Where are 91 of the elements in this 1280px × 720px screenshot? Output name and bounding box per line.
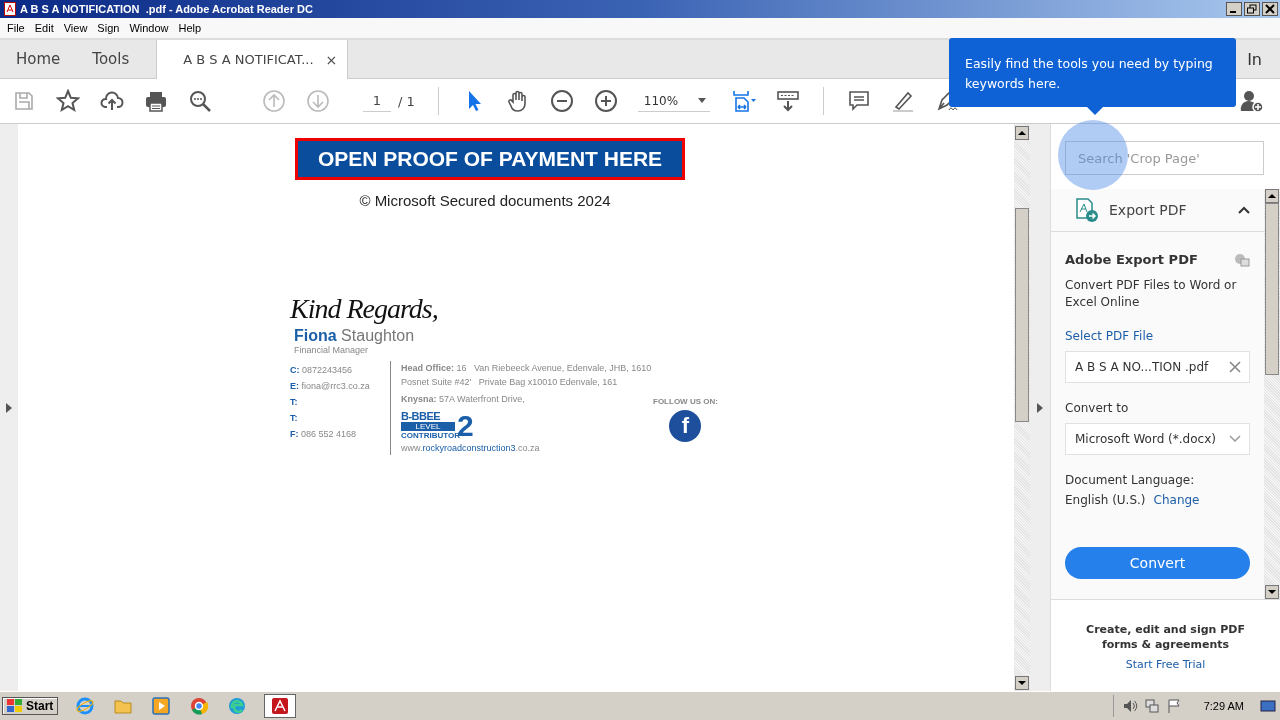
scroll-thumb[interactable]: [1015, 208, 1029, 422]
edge-icon: [228, 697, 247, 715]
folder-icon: [114, 697, 133, 715]
address-line: Knysna: 57A Waterfront Drive,: [401, 393, 525, 406]
search-field[interactable]: Search 'Crop Page': [1065, 141, 1264, 175]
change-link[interactable]: Change: [1153, 493, 1200, 507]
contact-line: T:: [290, 397, 299, 407]
browser-icon: [76, 697, 95, 715]
contact-line: T:: [290, 413, 299, 423]
sign-in-link[interactable]: In: [1247, 49, 1262, 69]
scroll-down-icon: [1265, 585, 1279, 599]
promo-text: Create, edit and sign PDF forms & agreements: [1085, 622, 1246, 652]
caret-icon: [698, 98, 707, 103]
menu-item[interactable]: File: [2, 22, 30, 34]
expand-left-icon[interactable]: [6, 402, 12, 413]
taskbar-button[interactable]: [150, 695, 173, 717]
facebook-icon[interactable]: f: [669, 410, 702, 442]
menu-item[interactable]: View: [58, 22, 93, 34]
contact-line: C: 0872243456: [290, 365, 354, 375]
field-label: Convert to: [1065, 401, 1130, 415]
menu-item[interactable]: Sign: [92, 22, 125, 34]
contact-line: F: 086 552 4168: [290, 429, 358, 439]
payment-link-banner[interactable]: OPEN PROOF OF PAYMENT HERE: [295, 138, 685, 180]
zoom-in-icon[interactable]: [593, 89, 618, 113]
speaker-icon[interactable]: [1121, 698, 1138, 714]
network-icon[interactable]: [1143, 698, 1160, 714]
windows-logo-icon: [7, 699, 23, 713]
contact-line: E: fiona@rrc3.co.za: [290, 381, 371, 391]
copyright-text: © Microsoft Secured documents 2024: [359, 192, 611, 209]
close-icon[interactable]: [1262, 2, 1278, 16]
taskbar-button[interactable]: [264, 694, 297, 718]
language-text: English (U.S.): [1065, 493, 1146, 507]
export-pdf-icon: [1075, 198, 1099, 222]
select-file-link[interactable]: Select PDF File: [1065, 329, 1250, 343]
window-title: A B S A NOTIFICATION .pdf - Adobe Acrobat Reader DC: [20, 3, 314, 15]
panel-title: Adobe Export PDF: [1065, 252, 1198, 267]
tab[interactable]: Home: [0, 40, 77, 78]
clear-icon[interactable]: [1229, 361, 1241, 373]
zoom-out-icon[interactable]: [549, 89, 574, 113]
export-pdf-header[interactable]: Export PDF: [1051, 189, 1264, 232]
close-tab-button[interactable]: ×: [325, 51, 338, 68]
file-field[interactable]: A B S A NO...TION .pdf: [1065, 351, 1250, 383]
menu-item[interactable]: Window: [124, 22, 174, 34]
scroll-thumb[interactable]: [1265, 203, 1279, 375]
zoom-search-icon[interactable]: [188, 89, 212, 113]
scroll-mode-icon[interactable]: [775, 89, 800, 113]
page-count: / 1: [398, 93, 415, 109]
add-user-icon[interactable]: [1240, 89, 1264, 113]
website-link[interactable]: www.rockyroadconstruction3.co.za: [401, 443, 653, 453]
zoom-dropdown[interactable]: 110%: [637, 90, 710, 112]
star-icon[interactable]: [56, 89, 80, 113]
tab[interactable]: A B S A NOTIFICAT... ×: [156, 40, 349, 79]
signer-role: Financial Manager: [294, 345, 370, 355]
menu-item[interactable]: Help: [173, 22, 207, 34]
show-desktop-icon[interactable]: [1260, 699, 1276, 713]
restore-icon[interactable]: [1244, 2, 1260, 16]
print-icon[interactable]: [144, 89, 168, 113]
tooltip-text: Easily find the tools you need by typing keywords here.: [965, 55, 1214, 93]
follow-label: FOLLOW US ON:: [653, 397, 718, 406]
minimize-icon[interactable]: [1226, 2, 1242, 16]
convert-button[interactable]: Convert: [1065, 547, 1250, 579]
address-line: Head Office: 16 Van Riebeeck Avenue, Edenvale, JHB, 1610: [401, 362, 652, 375]
cloud-documents-icon: [1234, 252, 1250, 267]
chrome-icon: [190, 697, 209, 715]
page-number-field[interactable]: 1: [363, 90, 391, 112]
tab[interactable]: Tools: [76, 40, 146, 78]
highlighter-icon[interactable]: [890, 89, 915, 113]
format-dropdown[interactable]: Microsoft Word (*.docx): [1065, 423, 1250, 455]
address-line: Posnet Suite #42' Private Bag x10010 Edenvale, 161: [401, 376, 618, 389]
flag-icon[interactable]: [1165, 698, 1182, 714]
taskbar-button[interactable]: [188, 695, 211, 717]
collapse-pane-icon[interactable]: [1037, 402, 1043, 413]
scroll-up-icon: [1265, 189, 1279, 203]
signature-text: Kind Regards,: [290, 293, 439, 325]
bbbee-logo: B-BBEE LEVEL CONTRIBUTOR2: [401, 410, 475, 440]
acrobat-icon: [271, 697, 290, 715]
signer-name: Fiona Staughton: [294, 327, 416, 345]
media-player-icon: [152, 697, 171, 715]
chevron-down-icon: [1229, 435, 1241, 443]
free-trial-link[interactable]: Start Free Trial: [1125, 658, 1206, 671]
field-label: Document Language:: [1065, 473, 1196, 487]
panel-description: Convert PDF Files to Word or Excel Online: [1065, 277, 1238, 311]
cloud-upload-icon[interactable]: [100, 89, 124, 113]
scrollbar[interactable]: [1264, 189, 1280, 599]
menu-item[interactable]: Edit: [29, 22, 59, 34]
comment-icon[interactable]: [846, 89, 871, 113]
scroll-up-icon: [1015, 126, 1029, 140]
pdf-file-icon: [4, 2, 16, 16]
start-button[interactable]: Start: [2, 697, 59, 715]
clock-time: 7:29 AM: [1203, 700, 1244, 712]
scrollbar[interactable]: [1014, 124, 1030, 691]
